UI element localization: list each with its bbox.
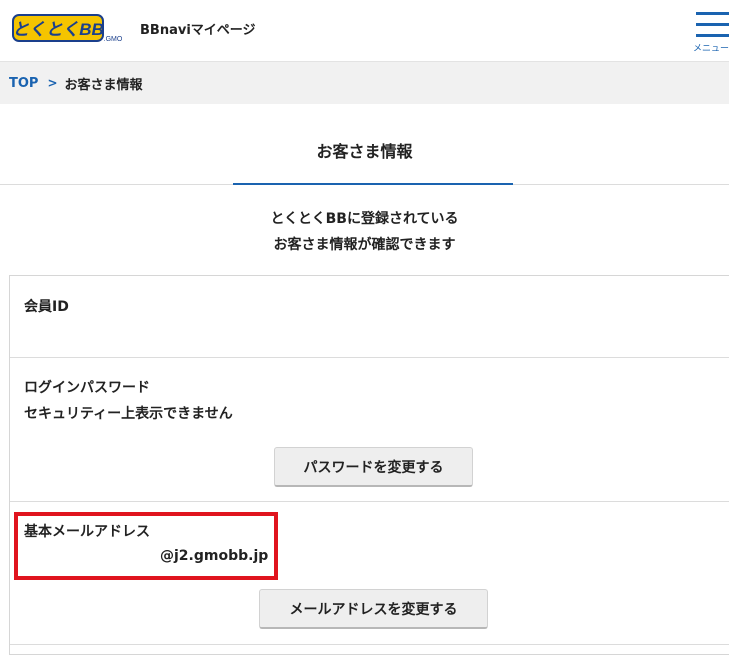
member-id-label: 会員ID: [24, 299, 69, 315]
divider: [10, 644, 729, 645]
chevron-right-icon: >: [47, 76, 58, 90]
change-email-button[interactable]: メールアドレスを変更する: [259, 589, 488, 629]
title-underline: [233, 183, 513, 185]
intro-line-1: とくとくBBに登録されている: [270, 211, 459, 227]
divider: [10, 501, 729, 502]
login-password-label: ログインパスワード: [24, 380, 150, 396]
page-title: お客さま情報: [316, 142, 413, 161]
tokutoku-bb-logo[interactable]: とくとくBB .GMO: [12, 12, 128, 44]
logo-sub: .GMO: [104, 36, 123, 43]
hamburger-icon: [696, 12, 729, 15]
menu-button[interactable]: メニュー: [688, 6, 729, 56]
site-header: とくとくBB .GMO BBnaviマイページ メニュー: [0, 0, 729, 62]
customer-info-panel: 会員ID ログインパスワード セキュリティー上表示できません パスワードを変更す…: [9, 275, 729, 655]
email-highlight-box: [14, 512, 278, 580]
divider: [10, 357, 729, 358]
intro-line-2: お客さま情報が確認できます: [273, 237, 456, 253]
change-password-button[interactable]: パスワードを変更する: [274, 447, 473, 487]
breadcrumb: TOP > お客さま情報: [0, 62, 729, 104]
hamburger-icon-bar: [696, 34, 729, 37]
login-password-value: セキュリティー上表示できません: [24, 406, 233, 422]
menu-label: メニュー: [693, 44, 729, 54]
breadcrumb-current: お客さま情報: [64, 77, 143, 93]
page-title-section: お客さま情報: [0, 104, 729, 185]
logo-text: とくとくBB: [12, 20, 104, 39]
breadcrumb-top-link[interactable]: TOP: [9, 76, 38, 91]
app-title: BBnaviマイページ: [140, 23, 256, 38]
hamburger-icon-bar: [696, 23, 729, 26]
intro-text: とくとくBBに登録されている お客さま情報が確認できます: [0, 206, 729, 258]
